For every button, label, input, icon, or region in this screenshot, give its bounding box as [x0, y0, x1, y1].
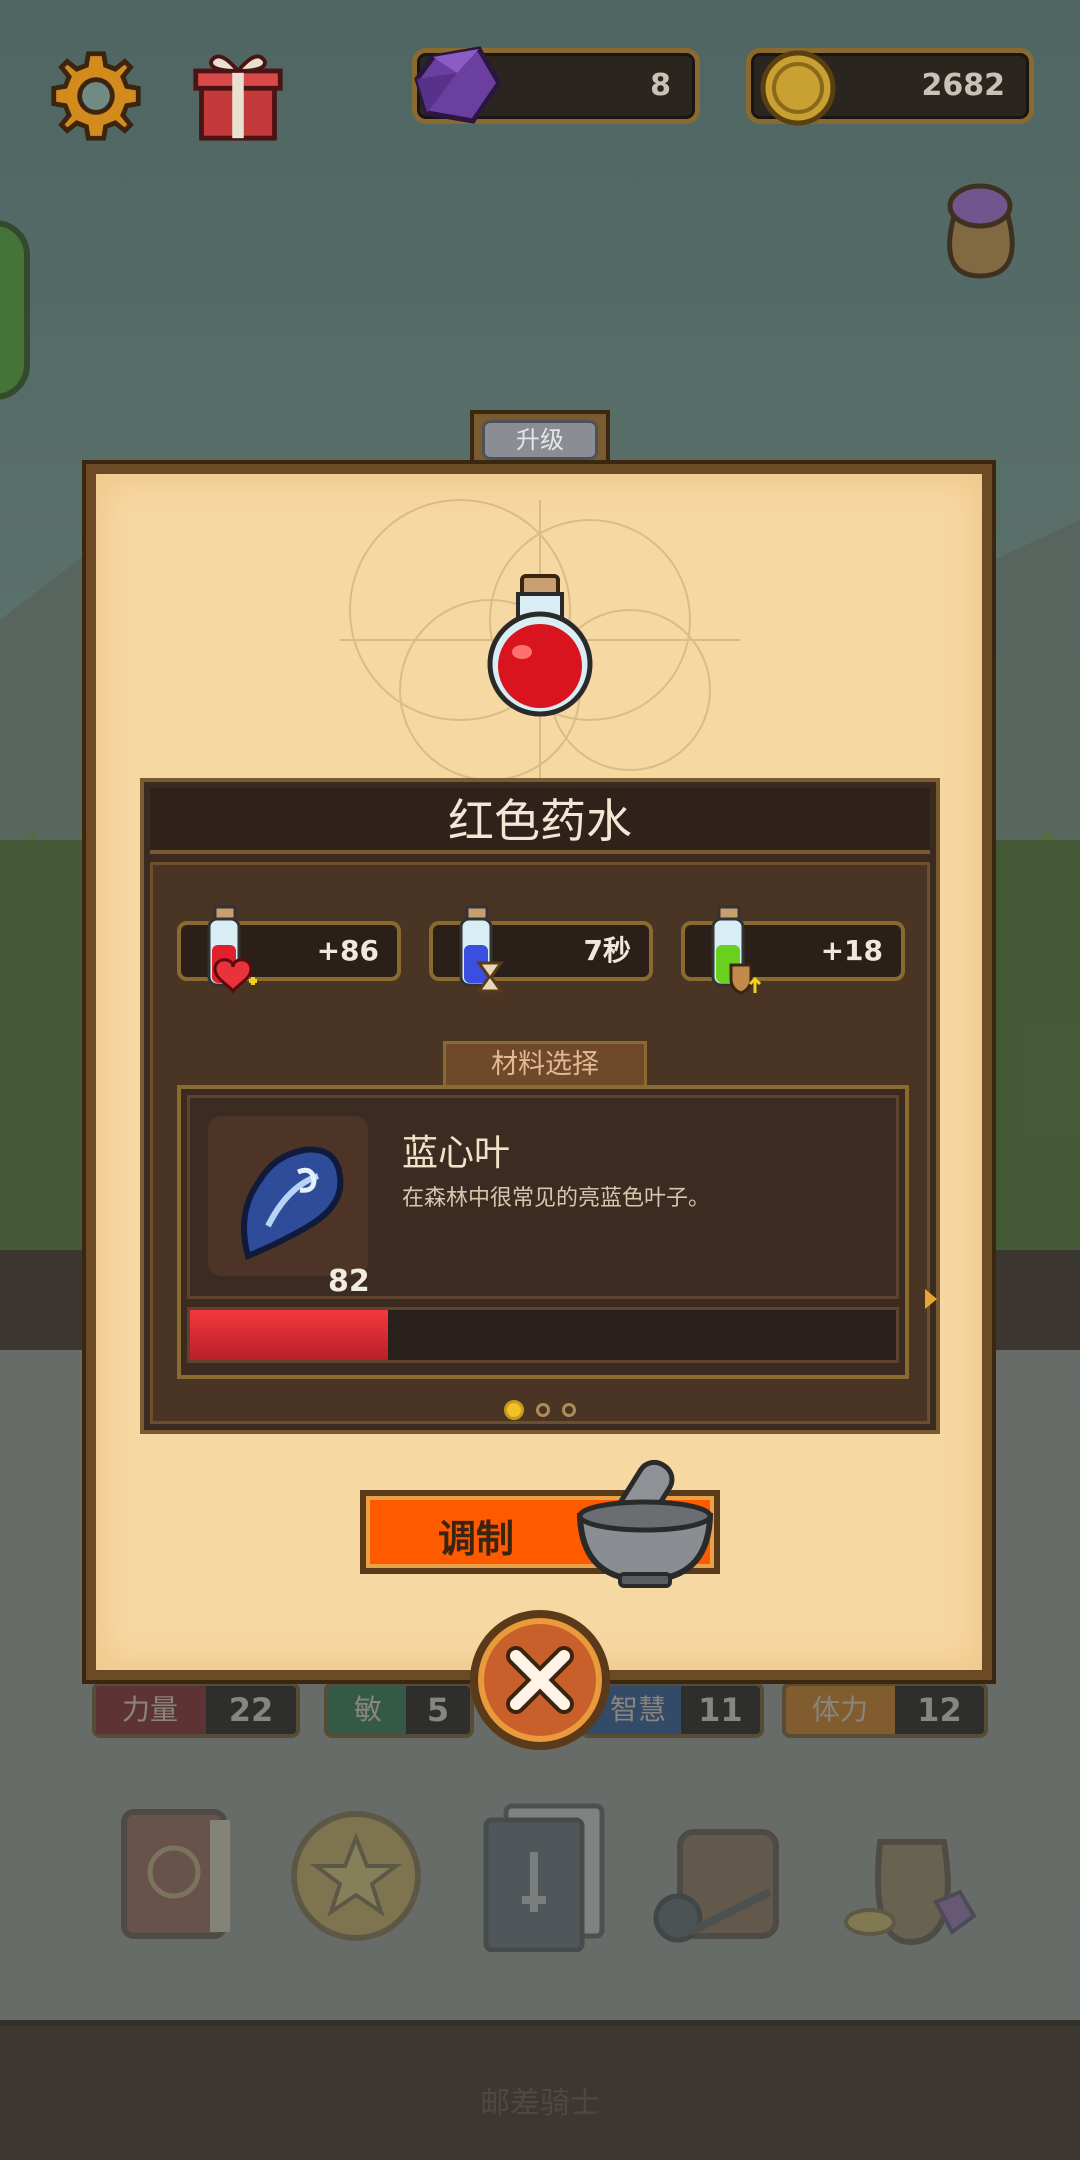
material-count: 82 [328, 1264, 370, 1299]
material-selector: 82 蓝心叶 在森林中很常见的亮蓝色叶子。 [177, 1085, 909, 1379]
gift-icon[interactable] [190, 44, 286, 144]
red-potion-icon [487, 574, 593, 717]
page-dot[interactable] [536, 1403, 550, 1417]
material-select-tab: 材料选择 [443, 1041, 647, 1087]
effect-health-value: +86 [316, 934, 379, 967]
item-details: +86 7秒 +18 材料选择 82 蓝心叶 在森林中很常见的亮蓝色叶子。 [150, 862, 937, 1424]
gems-counter[interactable]: 8 [412, 46, 700, 124]
gem-icon [414, 46, 502, 124]
mana-potion-hourglass-icon [459, 905, 504, 993]
material-thumbnail: 82 [208, 1116, 370, 1299]
material-description: 在森林中很常见的亮蓝色叶子。 [402, 1186, 711, 1211]
page-indicator [153, 1400, 927, 1420]
coin-icon [760, 50, 836, 126]
gems-value: 8 [650, 68, 671, 103]
material-progress-fill [190, 1310, 388, 1360]
health-potion-icon [207, 905, 257, 994]
effect-health: +86 [177, 905, 401, 994]
coins-counter[interactable]: 2682 [746, 48, 1034, 126]
effect-defense: +18 [681, 905, 905, 995]
next-material-arrow[interactable] [925, 1289, 937, 1309]
effect-duration: 7秒 [429, 905, 653, 993]
blue-heart-leaf-icon [241, 1146, 344, 1261]
green-potion-shield-icon [711, 905, 761, 995]
close-icon [506, 1646, 574, 1714]
material-name: 蓝心叶 [402, 1133, 511, 1174]
mortar-pestle-icon [576, 1459, 714, 1588]
brew-button-label: 调制 [438, 1517, 515, 1561]
effect-defense-value: +18 [820, 934, 883, 967]
upgrade-tab-label: 升级 [482, 420, 598, 460]
close-button[interactable] [470, 1610, 610, 1750]
gear-icon[interactable] [48, 48, 144, 144]
page-dot[interactable] [562, 1403, 576, 1417]
effect-duration-value: 7秒 [583, 934, 631, 967]
material-card[interactable]: 82 蓝心叶 在森林中很常见的亮蓝色叶子。 [187, 1095, 899, 1299]
material-progress-bar [187, 1307, 899, 1363]
item-panel: 红色药水 +86 7秒 +18 材料选择 82 蓝心叶 在森林中很常见的亮蓝色叶… [140, 778, 940, 1434]
upgrade-tab[interactable]: 升级 [470, 410, 610, 466]
loot-bag-icon[interactable] [930, 172, 1030, 282]
coins-value: 2682 [921, 68, 1006, 103]
page-dot[interactable] [504, 1400, 524, 1420]
item-name: 红色药水 [150, 788, 930, 854]
